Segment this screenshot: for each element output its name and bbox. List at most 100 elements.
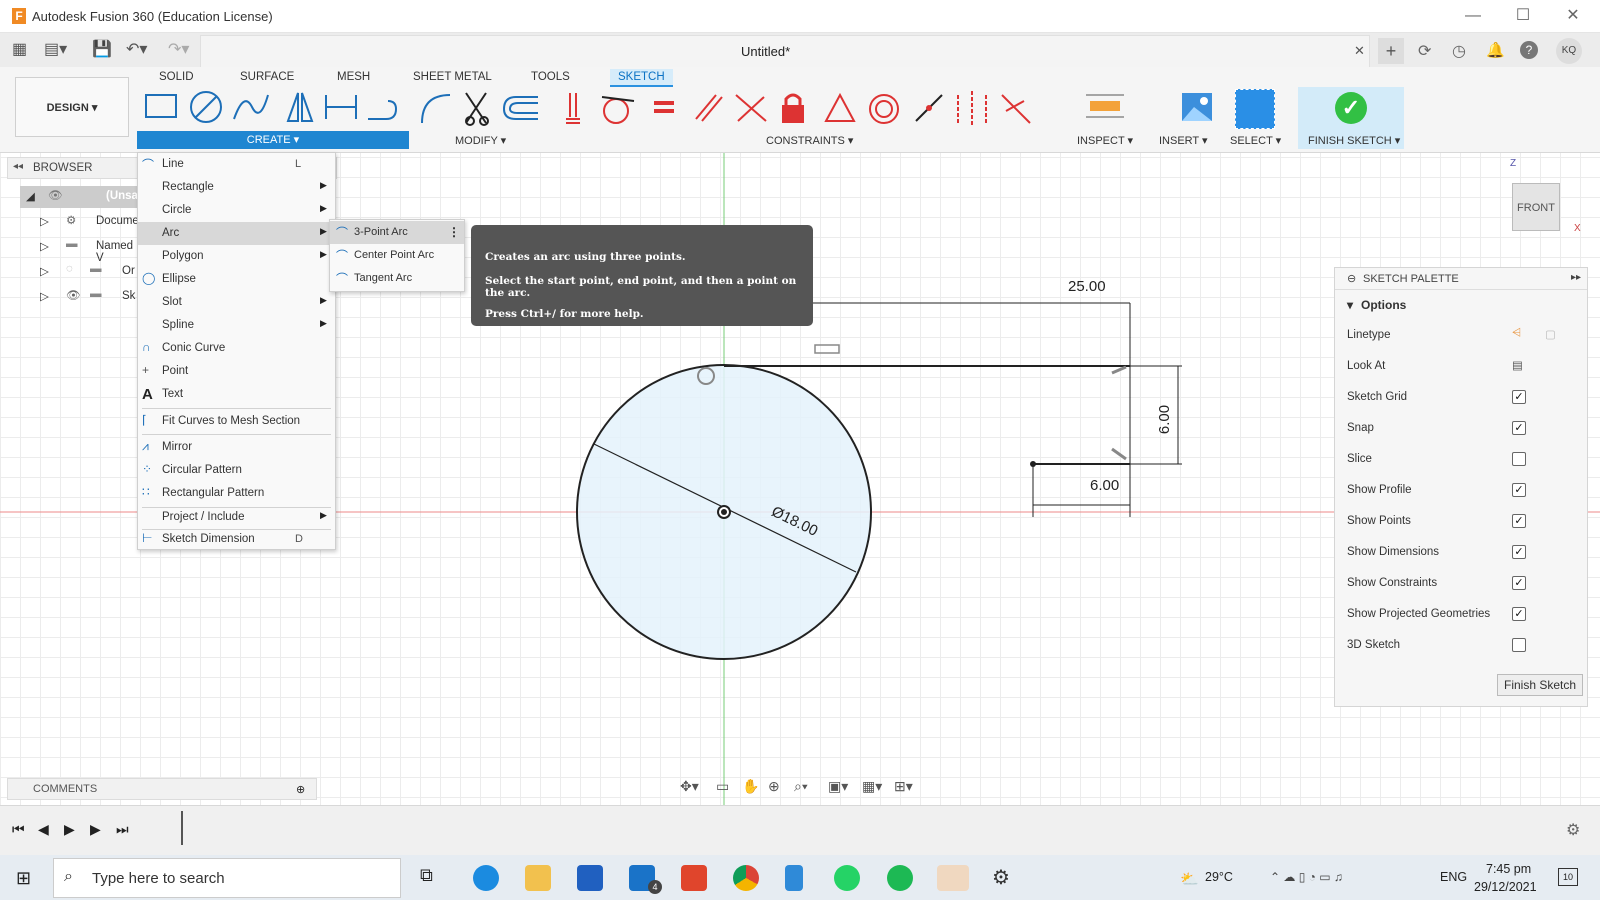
orbit-icon[interactable]: ✥▾ <box>680 778 699 795</box>
zoom-icon[interactable]: ⊕ <box>768 778 780 795</box>
snap-checkbox[interactable]: ✓ <box>1512 421 1526 435</box>
minimize-button[interactable]: — <box>1458 5 1488 27</box>
menu-item-line[interactable]: ⌒ Line L <box>138 153 335 176</box>
menu-item-spline[interactable]: Spline ▶ <box>138 314 335 337</box>
fusion-taskbar-icon[interactable] <box>937 865 969 891</box>
dim-width[interactable]: 25.00 <box>1068 278 1106 295</box>
sketch-grid-checkbox[interactable]: ✓ <box>1512 390 1526 404</box>
job-status-icon[interactable]: ◷ <box>1452 41 1466 61</box>
visibility-icon[interactable]: 👁 <box>66 288 81 302</box>
offset-tool-icon[interactable] <box>502 96 538 120</box>
look-at-icon[interactable]: ▭ <box>716 778 729 795</box>
curvature-constraint-icon[interactable] <box>1001 94 1031 124</box>
redo-icon[interactable]: ↷▾ <box>168 41 189 59</box>
constraints-group-label[interactable]: CONSTRAINTS ▾ <box>766 134 853 147</box>
edge-icon[interactable] <box>473 865 499 891</box>
concentric-constraint-icon[interactable] <box>869 94 899 124</box>
collapse-triangle-icon[interactable]: ◢ <box>26 189 35 203</box>
add-comment-icon[interactable]: ⊕ <box>296 783 305 796</box>
clock-time[interactable]: 7:45 pm <box>1486 862 1531 876</box>
taskbar-search[interactable]: ⌕ Type here to search <box>53 858 401 898</box>
show-dimensions-checkbox[interactable]: ✓ <box>1512 545 1526 559</box>
go-to-start-icon[interactable]: ⏮ <box>12 821 25 838</box>
clock-date[interactable]: 29/12/2021 <box>1474 880 1537 894</box>
dim-height[interactable]: 6.00 <box>1156 405 1173 434</box>
parallel-constraint-icon[interactable] <box>695 94 723 122</box>
tab-sketch[interactable]: SKETCH <box>610 69 673 87</box>
pan-icon[interactable]: ✋ <box>742 778 759 795</box>
3d-sketch-checkbox[interactable] <box>1512 638 1526 652</box>
menu-item-ellipse[interactable]: ◯ Ellipse <box>138 268 335 291</box>
undo-icon[interactable]: ↶▾ <box>126 41 147 59</box>
play-icon[interactable]: ▶ <box>64 821 75 838</box>
spotify-icon[interactable] <box>887 865 913 891</box>
menu-item-mirror[interactable]: ⩘ Mirror <box>138 436 335 459</box>
menu-item-point[interactable]: + Point <box>138 360 335 383</box>
tab-mesh[interactable]: MESH <box>337 71 370 83</box>
step-forward-icon[interactable]: ▶ <box>90 821 101 838</box>
file-explorer-icon[interactable] <box>525 865 551 891</box>
document-app-icon[interactable] <box>785 865 803 891</box>
fit-icon[interactable]: ⌕▾ <box>794 778 808 795</box>
tab-tools[interactable]: TOOLS <box>531 71 570 83</box>
close-doc-icon[interactable]: ✕ <box>1354 43 1365 59</box>
dim-small[interactable]: 6.00 <box>1090 477 1119 494</box>
menu-item-circular-pattern[interactable]: ⁘ Circular Pattern <box>138 459 335 482</box>
equal-constraint-icon[interactable] <box>654 101 674 113</box>
tab-surface[interactable]: SURFACE <box>240 71 294 83</box>
menu-item-sketch-dimension[interactable]: ⊢ Sketch Dimension D <box>138 528 335 551</box>
look-at-icon[interactable]: ▤ <box>1512 358 1523 372</box>
slice-checkbox[interactable] <box>1512 452 1526 466</box>
office-icon[interactable] <box>681 865 707 891</box>
construction-line-icon[interactable]: ⩤ <box>1512 327 1521 340</box>
document-tab[interactable]: Untitled* ✕ <box>200 35 1370 67</box>
midpoint-constraint-icon[interactable] <box>824 92 856 122</box>
finish-sketch-group-label[interactable]: FINISH SKETCH ▾ <box>1308 134 1400 147</box>
maximize-button[interactable]: ☐ <box>1508 5 1538 27</box>
minus-icon[interactable]: ⊖ <box>1347 272 1356 285</box>
language-indicator[interactable]: ENG <box>1440 870 1467 884</box>
weather-icon[interactable]: ⛅ <box>1180 870 1199 888</box>
grid-settings-icon[interactable]: ▦▾ <box>862 778 882 795</box>
help-icon[interactable]: ? <box>1520 41 1538 59</box>
close-window-button[interactable]: ✕ <box>1558 5 1588 27</box>
line-tool-icon[interactable] <box>368 100 398 120</box>
menu-item-rectangle[interactable]: Rectangle ▶ <box>138 176 335 199</box>
measure-icon[interactable] <box>1086 94 1124 118</box>
show-projected-geometries-checkbox[interactable]: ✓ <box>1512 607 1526 621</box>
user-avatar[interactable]: KQ <box>1556 38 1582 64</box>
task-view-icon[interactable]: ⧉ <box>420 865 446 891</box>
modify-group-label[interactable]: MODIFY ▾ <box>455 134 506 147</box>
go-to-end-icon[interactable]: ⏭ <box>116 821 129 838</box>
timeline-settings-icon[interactable]: ⚙ <box>1566 820 1580 840</box>
store-icon[interactable] <box>577 865 603 891</box>
menu-item-polygon[interactable]: Polygon ▶ <box>138 245 335 268</box>
menu-item-circle[interactable]: Circle ▶ <box>138 199 335 222</box>
perpendicular-constraint-icon[interactable] <box>735 94 767 122</box>
menu-item-arc[interactable]: Arc ▶ <box>138 222 335 245</box>
step-back-icon[interactable]: ◀ <box>38 821 49 838</box>
rectangle-tool-icon[interactable] <box>145 94 177 118</box>
submenu-item-tangent-arc[interactable]: ⌒ Tangent Arc <box>330 267 464 290</box>
expand-icon[interactable]: ▷ <box>40 264 49 278</box>
viewcube-front[interactable]: FRONT <box>1512 183 1560 231</box>
show-points-checkbox[interactable]: ✓ <box>1512 514 1526 528</box>
menu-item-rectangular-pattern[interactable]: ∷ Rectangular Pattern <box>138 482 335 505</box>
coincident-constraint-icon[interactable] <box>915 94 943 122</box>
tangent-constraint-icon[interactable] <box>601 96 635 124</box>
menu-item-conic-curve[interactable]: ∩ Conic Curve <box>138 337 335 360</box>
tray-icons[interactable]: ⌃ ☁ ▯ ◔ ▭ ♫ <box>1270 870 1343 884</box>
submenu-item-center-point-arc[interactable]: ⌒ Center Point Arc <box>330 244 464 267</box>
expand-icon[interactable]: ▷ <box>40 289 49 303</box>
save-icon[interactable]: 💾 <box>92 41 112 59</box>
expand-panel-icon[interactable]: ▸▸ <box>1571 272 1581 283</box>
menu-item-project-include[interactable]: Project / Include ▶ <box>138 506 335 529</box>
menu-item-text[interactable]: A Text <box>138 383 335 406</box>
expand-icon[interactable]: ▷ <box>40 239 49 253</box>
display-settings-icon[interactable]: ▣▾ <box>828 778 848 795</box>
select-icon[interactable] <box>1235 89 1275 129</box>
notification-center-icon[interactable]: 10 <box>1558 868 1578 886</box>
comments-panel[interactable]: COMMENTS ⊕ <box>7 778 317 800</box>
palette-options-section[interactable]: ▾ Options <box>1347 294 1583 316</box>
spline-tool-icon[interactable] <box>233 94 269 120</box>
